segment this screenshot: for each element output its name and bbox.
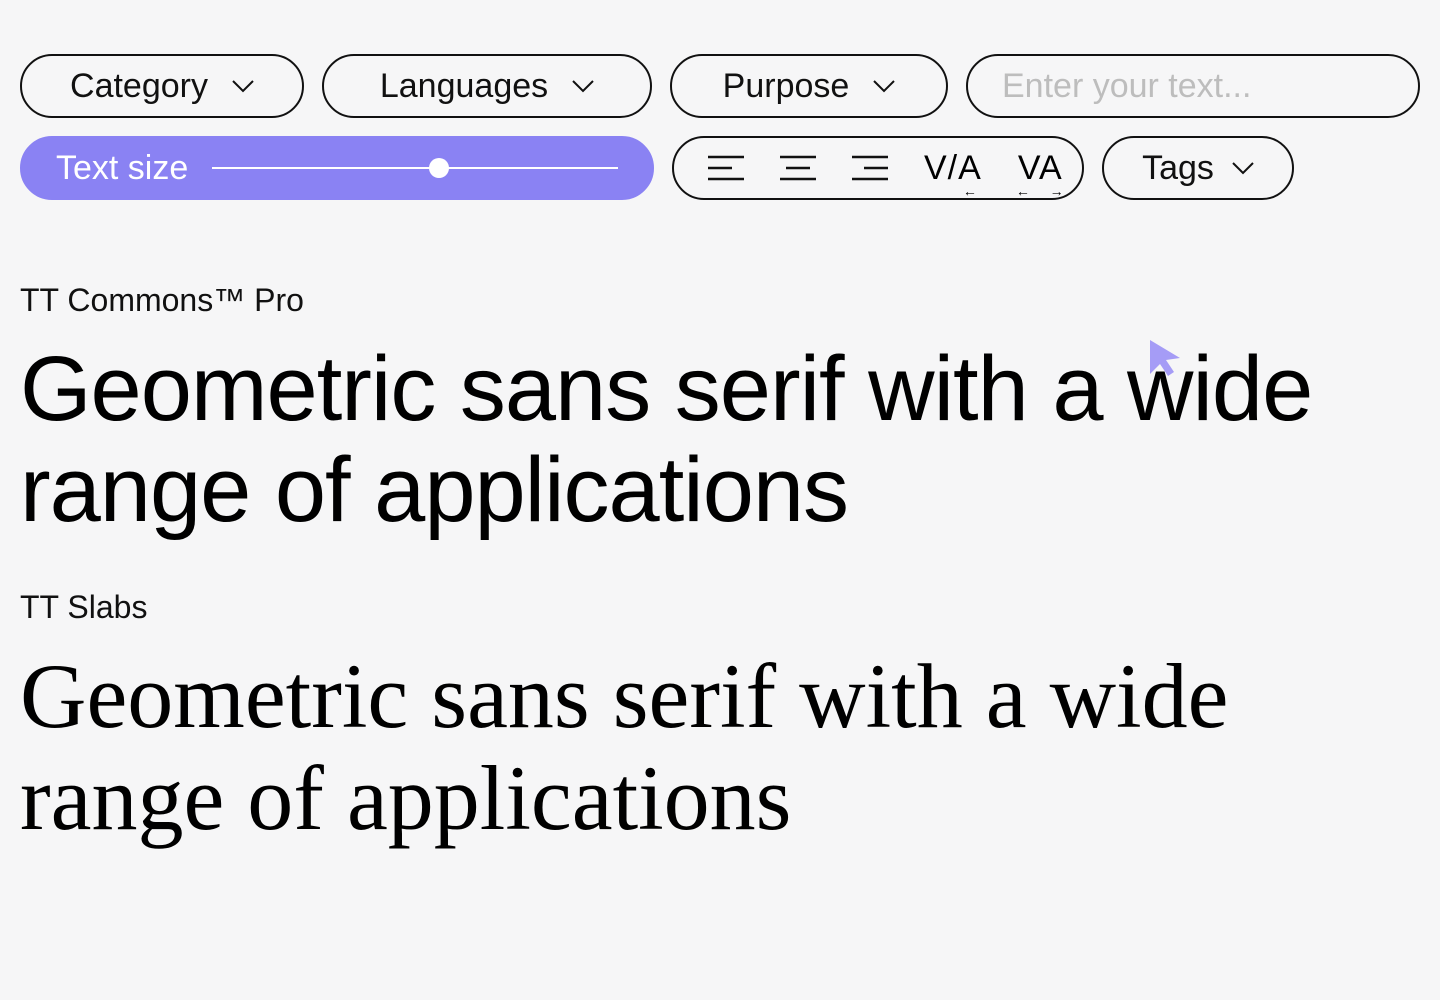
kerning-wide-button[interactable]: VA ← → bbox=[1018, 148, 1063, 188]
text-toolbar: V/A ← VA ← → bbox=[672, 136, 1084, 200]
sample-text-input[interactable] bbox=[1002, 67, 1384, 106]
align-right-icon bbox=[852, 153, 888, 183]
align-center-icon bbox=[780, 153, 816, 183]
font-name: TT Commons™ Pro bbox=[20, 282, 1420, 319]
font-item[interactable]: TT Slabs Geometric sans serif with a wid… bbox=[20, 589, 1420, 848]
chevron-down-icon bbox=[1232, 161, 1254, 175]
text-size-label: Text size bbox=[56, 149, 188, 188]
align-left-icon bbox=[708, 153, 744, 183]
languages-label: Languages bbox=[380, 67, 548, 106]
font-item[interactable]: TT Commons™ Pro Geometric sans serif wit… bbox=[20, 282, 1420, 541]
font-name: TT Slabs bbox=[20, 589, 1420, 626]
category-label: Category bbox=[70, 67, 208, 106]
chevron-down-icon bbox=[232, 79, 254, 93]
kerning-wide-icon: VA ← → bbox=[1018, 149, 1063, 188]
languages-dropdown[interactable]: Languages bbox=[322, 54, 652, 118]
kerning-tight-button[interactable]: V/A ← bbox=[924, 148, 982, 188]
align-center-button[interactable] bbox=[780, 148, 816, 188]
slider-track[interactable] bbox=[212, 167, 618, 169]
font-sample[interactable]: Geometric sans serif with a wide range o… bbox=[20, 646, 1420, 848]
cursor-icon bbox=[1148, 338, 1184, 378]
slider-thumb[interactable] bbox=[429, 158, 449, 178]
tags-dropdown[interactable]: Tags bbox=[1102, 136, 1294, 200]
sample-text-input-wrapper[interactable] bbox=[966, 54, 1420, 118]
category-dropdown[interactable]: Category bbox=[20, 54, 304, 118]
font-sample[interactable]: Geometric sans serif with a wide range o… bbox=[20, 339, 1420, 541]
kerning-tight-icon: V/A ← bbox=[924, 149, 982, 188]
chevron-down-icon bbox=[572, 79, 594, 93]
align-left-button[interactable] bbox=[708, 148, 744, 188]
purpose-dropdown[interactable]: Purpose bbox=[670, 54, 948, 118]
align-right-button[interactable] bbox=[852, 148, 888, 188]
tags-label: Tags bbox=[1142, 149, 1214, 188]
font-list: TT Commons™ Pro Geometric sans serif wit… bbox=[20, 282, 1420, 849]
controls-row-1: Category Languages Purpose bbox=[20, 54, 1420, 118]
controls-row-2: Text size bbox=[20, 136, 1420, 200]
text-size-slider[interactable]: Text size bbox=[20, 136, 654, 200]
chevron-down-icon bbox=[873, 79, 895, 93]
purpose-label: Purpose bbox=[723, 67, 850, 106]
